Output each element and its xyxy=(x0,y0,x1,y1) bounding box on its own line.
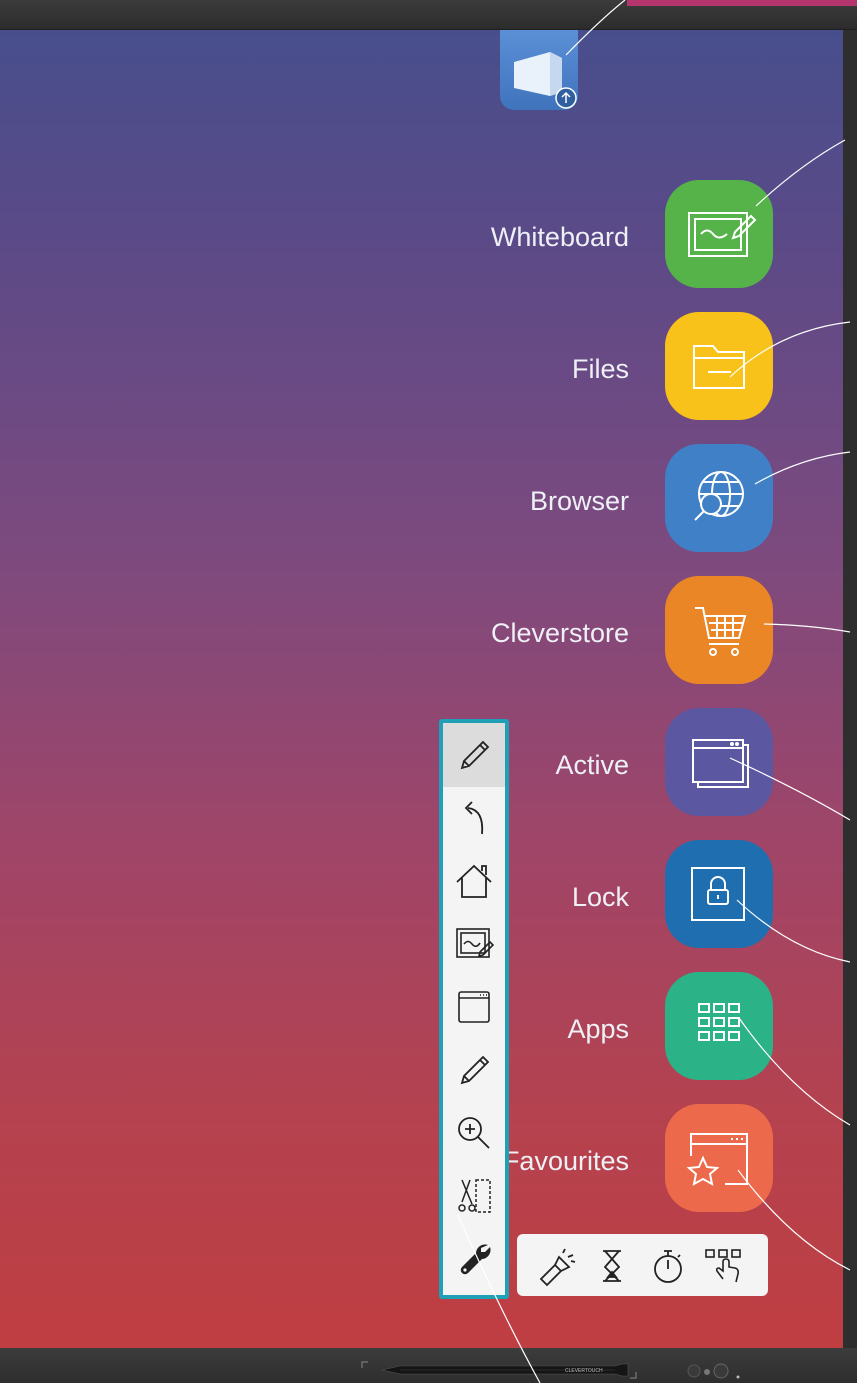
window-icon xyxy=(458,991,490,1023)
toolbar-whiteboard-button[interactable] xyxy=(443,912,505,976)
whiteboard-tile[interactable] xyxy=(665,180,773,288)
bezel-accent xyxy=(627,0,857,6)
spotlight-button[interactable] xyxy=(535,1245,577,1287)
stopwatch-button[interactable] xyxy=(647,1245,689,1287)
cart-icon xyxy=(695,607,747,656)
folder-icon xyxy=(693,345,745,389)
app-label: Browser xyxy=(529,486,629,516)
snip-icon xyxy=(458,1179,491,1213)
zoom-in-icon xyxy=(458,1117,490,1149)
stopwatch-icon xyxy=(654,1250,682,1283)
app-row-whiteboard[interactable]: Whiteboard xyxy=(0,180,843,290)
touch-grid-icon xyxy=(705,1249,741,1283)
screen-share-icon xyxy=(514,52,577,109)
spotlight-icon xyxy=(539,1248,576,1287)
window-icon xyxy=(692,739,749,788)
globe-search-icon xyxy=(694,471,744,521)
grid-icon xyxy=(698,1003,740,1041)
files-tile[interactable] xyxy=(665,312,773,420)
pencil-icon xyxy=(460,1055,490,1085)
app-row-cleverstore[interactable]: Cleverstore xyxy=(0,576,843,686)
app-row-browser[interactable]: Browser xyxy=(0,444,843,554)
back-arrow-icon xyxy=(464,801,484,835)
app-row-apps[interactable]: Apps xyxy=(0,972,843,1082)
whiteboard-icon xyxy=(456,928,494,958)
toolbar-pencil-button[interactable] xyxy=(443,1038,505,1102)
hourglass-icon xyxy=(603,1250,621,1282)
lock-tile[interactable] xyxy=(665,840,773,948)
app-row-active[interactable]: Active xyxy=(0,708,843,818)
hourglass-button[interactable] xyxy=(591,1245,633,1287)
side-toolbar xyxy=(439,719,509,1299)
top-bezel xyxy=(0,0,857,30)
browser-tile[interactable] xyxy=(665,444,773,552)
screen-share-button[interactable] xyxy=(500,30,578,110)
whiteboard-icon xyxy=(688,212,757,257)
toolbar-zoom-button[interactable] xyxy=(443,1101,505,1165)
tools-subtray xyxy=(517,1234,768,1296)
app-row-favourites[interactable]: Favourites xyxy=(0,1104,843,1214)
cleverstore-tile[interactable] xyxy=(665,576,773,684)
stylus-pen: CLEVERTOUCH xyxy=(361,1361,637,1379)
favourites-tile[interactable] xyxy=(665,1104,773,1212)
toolbar-panel xyxy=(443,723,505,1295)
sensor-cluster xyxy=(687,1363,740,1379)
toolbar-pen-button[interactable] xyxy=(443,723,505,787)
touch-grid-button[interactable] xyxy=(703,1245,745,1287)
app-label: Files xyxy=(571,354,629,384)
toolbar-back-button[interactable] xyxy=(443,786,505,850)
app-label: Cleverstore xyxy=(490,618,629,648)
toolbar-window-button[interactable] xyxy=(443,975,505,1039)
right-bezel xyxy=(843,30,857,1348)
active-tile[interactable] xyxy=(665,708,773,816)
wrench-icon xyxy=(460,1244,491,1275)
app-label: Whiteboard xyxy=(490,222,629,252)
home-icon xyxy=(456,864,492,898)
apps-tile[interactable] xyxy=(665,972,773,1080)
pen-brand: CLEVERTOUCH xyxy=(565,1368,603,1374)
pencil-icon xyxy=(460,740,490,770)
star-window-icon xyxy=(686,1133,748,1186)
toolbar-snip-button[interactable] xyxy=(443,1164,505,1228)
lock-icon xyxy=(691,867,745,921)
app-row-lock[interactable]: Lock xyxy=(0,840,843,950)
app-row-files[interactable]: Files xyxy=(0,312,843,422)
toolbar-settings-button[interactable] xyxy=(443,1227,505,1291)
toolbar-home-button[interactable] xyxy=(443,849,505,913)
